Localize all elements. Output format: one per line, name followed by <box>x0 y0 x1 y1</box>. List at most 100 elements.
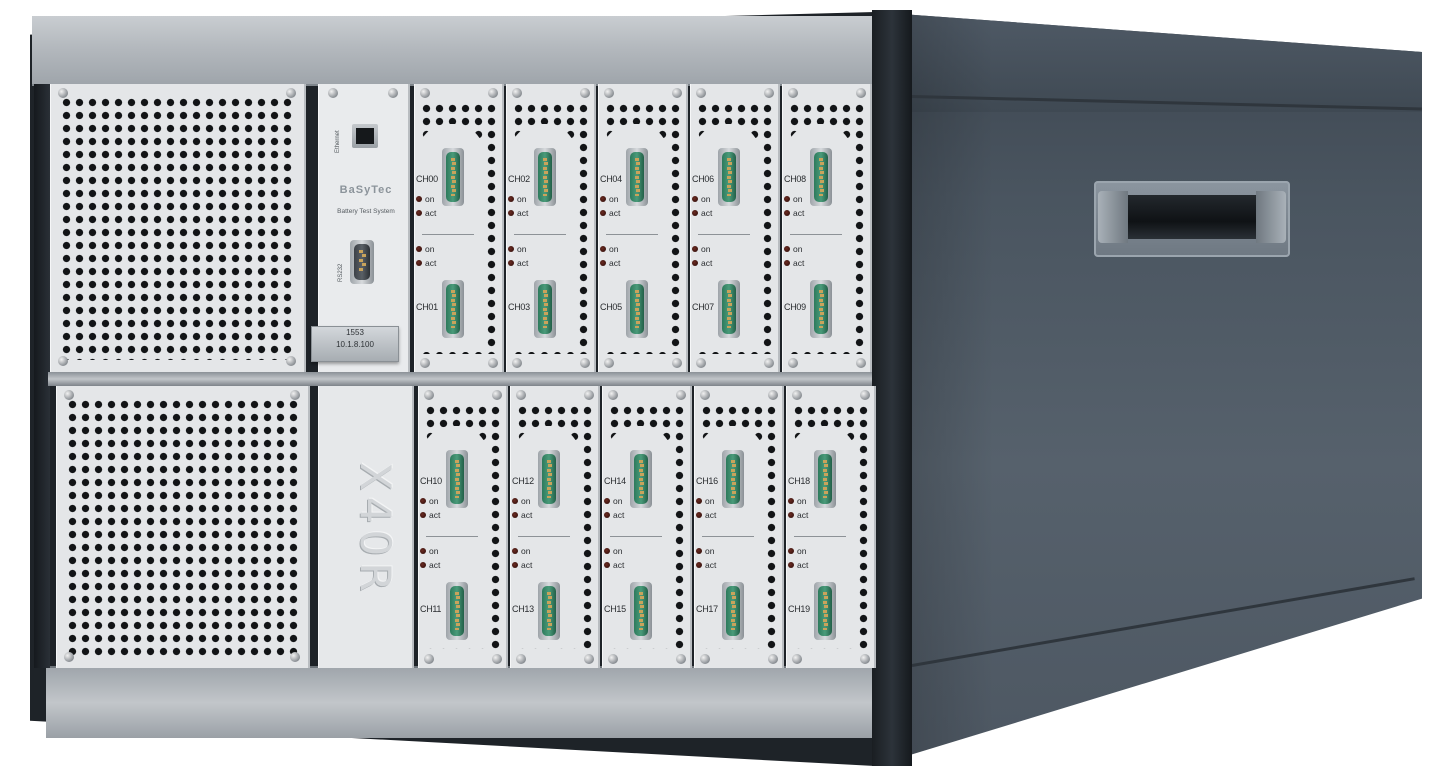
middle-rail <box>48 372 874 386</box>
led-label: act <box>609 208 621 218</box>
connector-pins <box>818 454 832 504</box>
channel-label: CH03 <box>508 302 530 312</box>
tag-line-1: 1553 <box>346 328 364 337</box>
screw <box>768 654 778 664</box>
channel-card: CH14 on act CH15 on act <box>602 386 692 668</box>
dsub-connector[interactable] <box>538 450 560 508</box>
screw <box>696 88 706 98</box>
led-act: act <box>696 510 716 520</box>
status-led <box>508 210 514 216</box>
led-on: on <box>696 496 714 506</box>
dsub-connector[interactable] <box>630 582 652 640</box>
led-label: on <box>425 244 435 254</box>
screw <box>700 390 710 400</box>
status-led <box>416 196 422 202</box>
battery-test-rack: Ethernet BaSyTec Battery Test System RS2… <box>0 0 1439 782</box>
led-act: act <box>512 510 532 520</box>
status-led <box>420 498 426 504</box>
screw <box>488 88 498 98</box>
dsub-connector[interactable] <box>722 582 744 640</box>
dsub-connector[interactable] <box>626 280 648 338</box>
dsub-connector[interactable] <box>718 148 740 206</box>
screw <box>516 390 526 400</box>
connector-pins <box>538 152 552 202</box>
divider <box>698 234 750 235</box>
dsub-connector[interactable] <box>722 450 744 508</box>
handle-grip <box>1098 191 1286 243</box>
dsub-connector[interactable] <box>626 148 648 206</box>
channel-label: CH14 <box>604 476 626 486</box>
psu-vent-bottom <box>56 386 310 668</box>
dsub-connector[interactable] <box>814 450 836 508</box>
screw <box>516 654 526 664</box>
channel-card: CH06 on act CH07 on act <box>690 84 780 372</box>
status-led <box>784 210 790 216</box>
connector-pins <box>818 586 832 636</box>
led-on: on <box>692 244 710 254</box>
led-label: act <box>521 510 533 520</box>
vent-holes <box>60 96 296 360</box>
led-act: act <box>508 208 528 218</box>
dsub-connector[interactable] <box>442 280 464 338</box>
led-label: act <box>797 560 809 570</box>
ethernet-label: Ethernet <box>335 130 341 153</box>
dsub-connector[interactable] <box>718 280 740 338</box>
led-label: on <box>521 546 531 556</box>
led-on: on <box>784 244 802 254</box>
status-led <box>604 512 610 518</box>
channel-label: CH02 <box>508 174 530 184</box>
connector-pins <box>450 586 464 636</box>
led-label: act <box>517 208 529 218</box>
model-label: X40R <box>351 462 400 598</box>
led-label: on <box>705 546 715 556</box>
led-label: act <box>517 258 529 268</box>
status-led <box>692 210 698 216</box>
status-led <box>604 548 610 554</box>
channel-card: CH10 on act CH11 on act <box>418 386 508 668</box>
channel-card: CH18 on act CH19 on act <box>786 386 876 668</box>
serial-port[interactable] <box>350 240 374 284</box>
screw <box>788 88 798 98</box>
connector-pins <box>722 284 736 334</box>
divider <box>610 536 662 537</box>
dsub-connector[interactable] <box>810 148 832 206</box>
connector-pins <box>726 454 740 504</box>
ethernet-port[interactable] <box>352 124 378 148</box>
dsub-connector[interactable] <box>534 148 556 206</box>
led-on: on <box>696 546 714 556</box>
led-label: on <box>613 496 623 506</box>
dsub-connector[interactable] <box>442 148 464 206</box>
divider <box>514 234 566 235</box>
status-led <box>420 512 426 518</box>
led-label: on <box>517 194 527 204</box>
led-act: act <box>508 258 528 268</box>
dsub-connector[interactable] <box>446 582 468 640</box>
dsub-connector[interactable] <box>810 280 832 338</box>
status-led <box>784 246 790 252</box>
status-led <box>692 246 698 252</box>
dsub-connector[interactable] <box>534 280 556 338</box>
led-on: on <box>604 496 622 506</box>
divider <box>794 536 846 537</box>
screw <box>768 390 778 400</box>
status-led <box>512 512 518 518</box>
status-led <box>696 548 702 554</box>
status-led <box>512 498 518 504</box>
rack-side-panel <box>874 12 1422 766</box>
screw <box>608 654 618 664</box>
status-led <box>512 562 518 568</box>
led-act: act <box>600 258 620 268</box>
led-label: on <box>609 194 619 204</box>
status-led <box>692 196 698 202</box>
screw <box>792 654 802 664</box>
channel-label: CH04 <box>600 174 622 184</box>
dsub-connector[interactable] <box>538 582 560 640</box>
connector-pins <box>722 152 736 202</box>
screw <box>608 390 618 400</box>
screw <box>672 358 682 368</box>
dsub-connector[interactable] <box>630 450 652 508</box>
dsub-connector[interactable] <box>446 450 468 508</box>
screw <box>604 88 614 98</box>
dsub-connector[interactable] <box>814 582 836 640</box>
led-on: on <box>788 496 806 506</box>
